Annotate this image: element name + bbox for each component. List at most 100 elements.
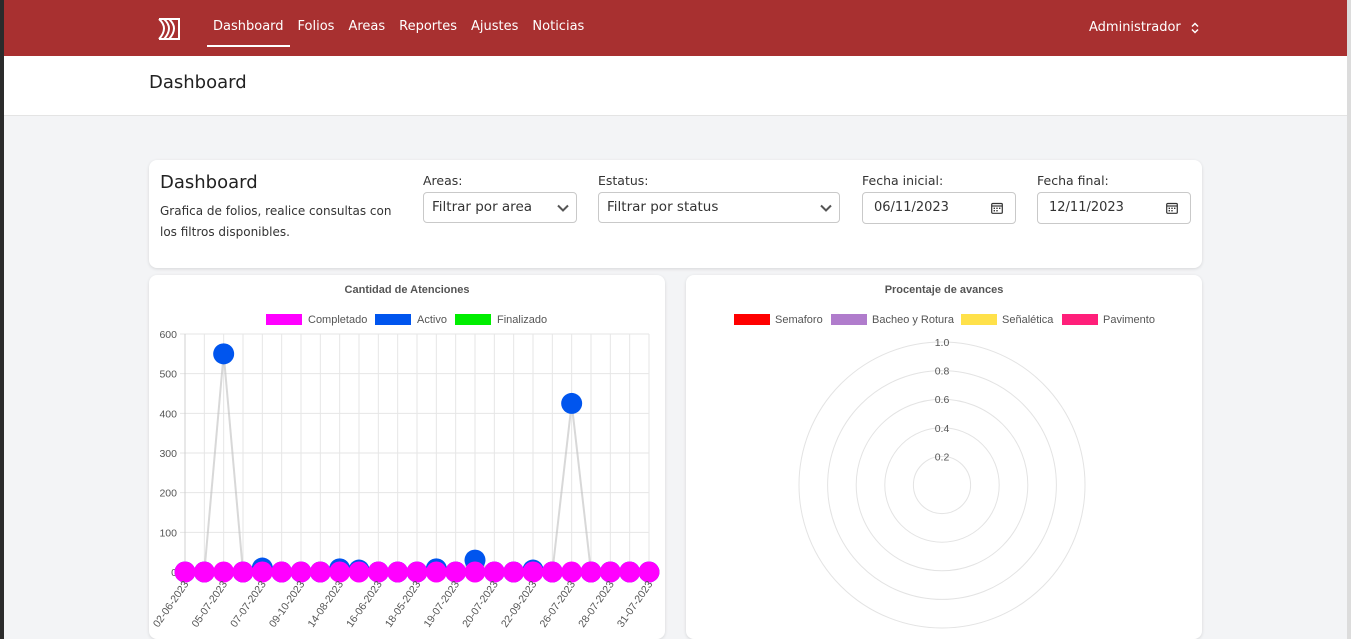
legend-label: Bacheo y Rotura	[872, 314, 955, 326]
user-menu[interactable]: Administrador	[1089, 0, 1199, 56]
start-date-label: Fecha inicial:	[862, 173, 944, 188]
page-title: Dashboard	[149, 72, 247, 93]
start-date-input[interactable]: 06/11/2023	[862, 192, 1016, 224]
y-tick-label: 400	[159, 408, 177, 420]
legend-item[interactable]: Pavimento	[1062, 314, 1155, 326]
x-tick-label: 26-07-2023	[537, 579, 578, 630]
nav-areas[interactable]: Areas	[341, 0, 392, 56]
page-header: Dashboard	[4, 56, 1347, 116]
x-tick-label: 07-07-2023	[228, 579, 269, 630]
data-point[interactable]	[309, 561, 331, 583]
data-point[interactable]	[561, 392, 583, 414]
x-tick-label: 16-06-2023	[344, 579, 385, 630]
y-tick-label: 500	[159, 369, 177, 381]
y-tick-label: 100	[159, 527, 177, 539]
x-tick-label: 28-07-2023	[576, 579, 617, 630]
nav-noticias[interactable]: Noticias	[525, 0, 591, 56]
legend-item[interactable]: Completado	[266, 314, 367, 326]
data-point[interactable]	[522, 561, 544, 583]
data-point[interactable]	[271, 561, 293, 583]
legend-item[interactable]: Señalética	[961, 314, 1054, 326]
data-point[interactable]	[503, 561, 525, 583]
data-point[interactable]	[348, 561, 370, 583]
data-point[interactable]	[193, 561, 215, 583]
data-point[interactable]	[406, 561, 428, 583]
data-point[interactable]	[367, 561, 389, 583]
chart-title: Cantidad de Atenciones	[345, 284, 470, 296]
start-date-value: 06/11/2023	[874, 200, 949, 215]
areas-select[interactable]: Filtrar por area	[423, 192, 577, 223]
radar-ring	[912, 455, 972, 515]
nav-folios[interactable]: Folios	[291, 0, 342, 56]
legend-item[interactable]: Finalizado	[455, 314, 547, 326]
atenciones-chart-card: Cantidad de Atenciones Completado Activo Fi…	[149, 275, 665, 639]
nav-ajustes[interactable]: Ajustes	[464, 0, 525, 56]
legend-swatch	[266, 314, 302, 325]
data-point[interactable]	[580, 561, 602, 583]
legend-label: Completado	[308, 314, 367, 326]
legend-swatch	[455, 314, 491, 325]
areas-select-value: Filtrar por area	[432, 199, 533, 215]
end-date-input[interactable]: 12/11/2023	[1037, 192, 1191, 224]
legend-label: Finalizado	[497, 314, 547, 326]
legend-swatch	[831, 314, 867, 325]
data-point[interactable]	[213, 343, 235, 365]
data-point[interactable]	[290, 561, 312, 583]
avances-chart-card: Procentaje de avances Semaforo Bacheo y Ro…	[686, 275, 1202, 639]
legend-swatch	[1062, 314, 1098, 325]
data-point[interactable]	[329, 561, 351, 583]
nav-dashboard[interactable]: Dashboard	[206, 0, 291, 56]
user-name: Administrador	[1089, 20, 1181, 35]
data-point[interactable]	[483, 561, 505, 583]
status-label: Estatus:	[598, 173, 649, 188]
end-date-value: 12/11/2023	[1049, 200, 1124, 215]
data-point[interactable]	[425, 561, 447, 583]
legend-item[interactable]: Semaforo	[734, 314, 823, 326]
filter-card-description: Grafica de folios, realice consultas con…	[160, 204, 392, 239]
legend-item[interactable]: Bacheo y Rotura	[831, 314, 955, 326]
data-point[interactable]	[599, 561, 621, 583]
legend-swatch	[961, 314, 997, 325]
chevron-down-icon	[820, 204, 832, 212]
top-navbar: Dashboard Folios Areas Reportes Ajustes …	[4, 0, 1347, 56]
data-point[interactable]	[213, 561, 235, 583]
radial-tick-label: 0.8	[935, 366, 950, 378]
data-point[interactable]	[638, 561, 660, 583]
calendar-icon[interactable]	[991, 202, 1003, 214]
calendar-icon[interactable]	[1166, 202, 1178, 214]
filter-card: Dashboard Grafica de folios, realice con…	[149, 160, 1202, 268]
y-tick-label: 300	[159, 448, 177, 460]
nav-reportes[interactable]: Reportes	[392, 0, 464, 56]
data-point[interactable]	[445, 561, 467, 583]
data-point[interactable]	[464, 561, 486, 583]
data-point[interactable]	[561, 561, 583, 583]
status-select-value: Filtrar por status	[607, 199, 719, 215]
radial-tick-label: 1.0	[935, 337, 950, 349]
legend-swatch	[375, 314, 411, 325]
end-date-label: Fecha final:	[1037, 173, 1109, 188]
scrollbar-track[interactable]	[1347, 0, 1351, 639]
filter-card-title: Dashboard	[160, 172, 258, 193]
data-point[interactable]	[251, 561, 273, 583]
legend-label: Activo	[417, 314, 447, 326]
data-point[interactable]	[619, 561, 641, 583]
radar-ring	[884, 427, 1000, 543]
x-tick-label: 09-10-2023	[267, 579, 308, 630]
atenciones-line-chart[interactable]: Cantidad de Atenciones Completado Activo Fi…	[149, 275, 665, 639]
y-tick-label: 600	[159, 329, 177, 341]
radar-ring	[798, 341, 1086, 629]
chevron-up-down-icon	[1191, 22, 1199, 34]
data-point[interactable]	[541, 561, 563, 583]
data-point[interactable]	[387, 561, 409, 583]
legend-item[interactable]: Activo	[375, 314, 447, 326]
radial-tick-label: 0.6	[935, 394, 950, 406]
avances-radar-chart[interactable]: Procentaje de avances Semaforo Bacheo y Ro…	[686, 275, 1202, 639]
data-point[interactable]	[232, 561, 254, 583]
app-logo-icon[interactable]	[156, 16, 182, 42]
radial-tick-label: 0.4	[935, 423, 950, 435]
data-point[interactable]	[174, 561, 196, 583]
chevron-down-icon	[557, 204, 569, 212]
status-select[interactable]: Filtrar por status	[598, 192, 840, 223]
x-tick-label: 31-07-2023	[615, 579, 656, 630]
x-tick-label: 02-06-2023	[151, 579, 192, 630]
